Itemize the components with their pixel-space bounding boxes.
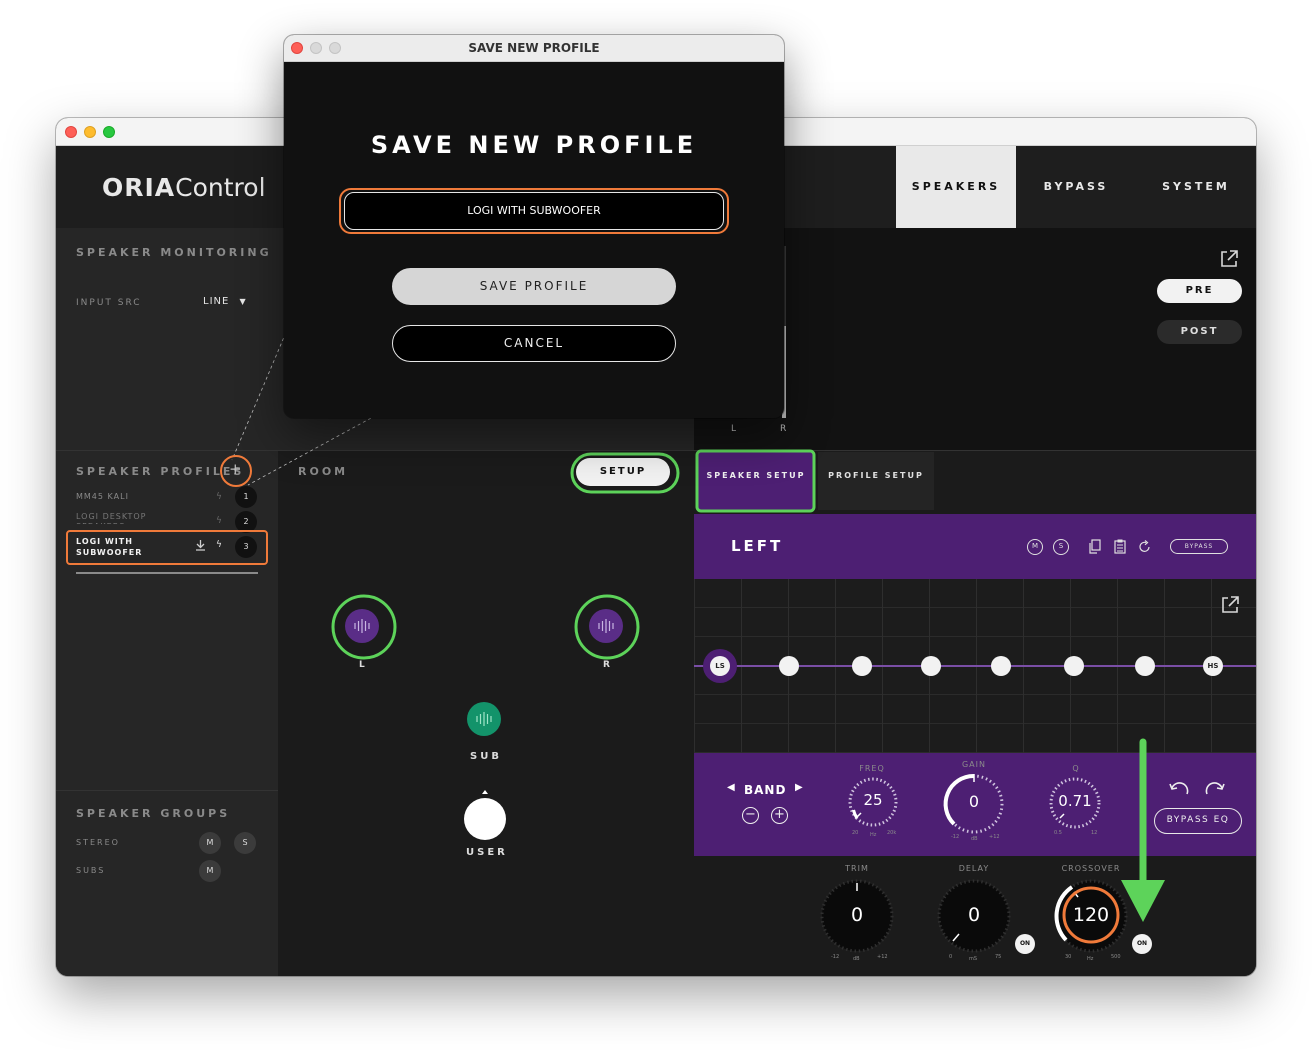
profile-name-input[interactable]: LOGI WITH SUBWOOFER (344, 192, 724, 230)
dialog-heading: SAVE NEW PROFILE (370, 131, 698, 159)
save-profile-dialog: SAVE NEW PROFILE SAVE NEW PROFILE LOGI W… (284, 35, 784, 418)
add-profile-icon[interactable]: + (229, 460, 242, 478)
save-profile-button[interactable]: SAVE PROFILE (392, 268, 676, 305)
dialog-minimize-button (310, 42, 322, 54)
dialog-close-button[interactable] (291, 42, 303, 54)
dialog-titlebar: SAVE NEW PROFILE (284, 35, 784, 62)
dialog-zoom-button (329, 42, 341, 54)
dialog-window-title: SAVE NEW PROFILE (468, 41, 600, 55)
cancel-button[interactable]: CANCEL (392, 325, 676, 362)
